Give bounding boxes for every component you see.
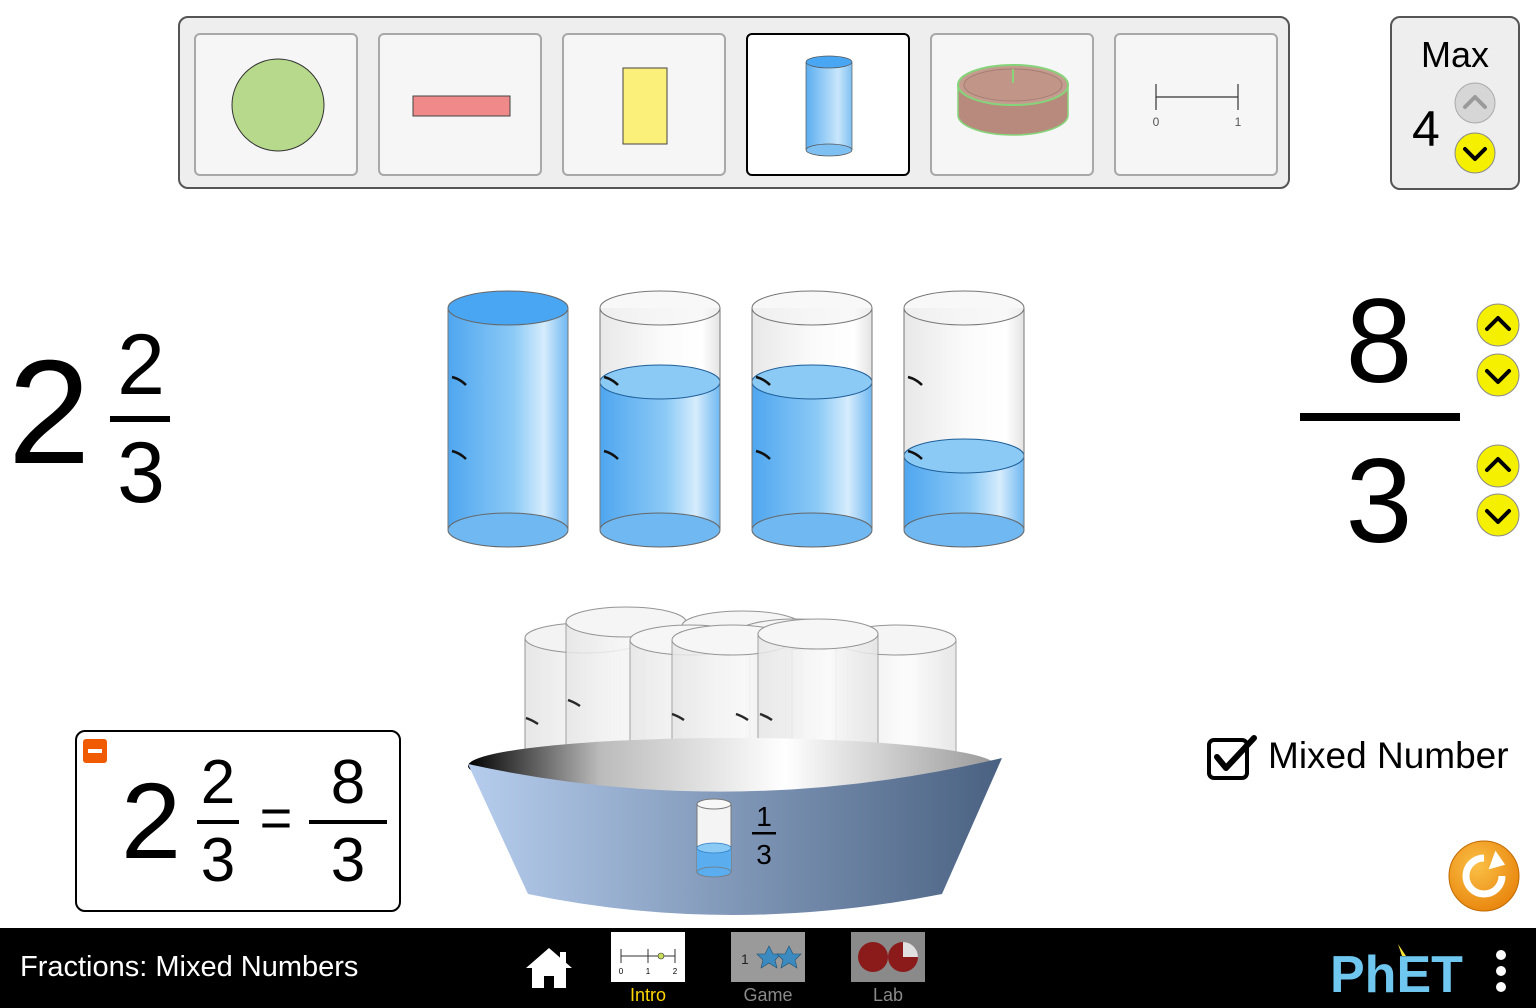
phet-logo: PhET: [1330, 942, 1480, 1004]
number-line-representation-button[interactable]: 0 1: [1114, 33, 1278, 176]
equation-equals: =: [259, 786, 293, 849]
bucket-fraction-line: [752, 832, 776, 835]
max-label: Max: [1420, 34, 1489, 75]
tab-game[interactable]: 1 Game: [731, 932, 805, 1005]
svg-text:2: 2: [673, 967, 678, 976]
number-line-icon: 0 1: [1153, 84, 1242, 129]
chevron-up-icon: [1454, 82, 1496, 124]
tab-intro[interactable]: 0 1 2 Intro: [611, 932, 685, 1005]
equation-rhs-fraction-line: [309, 820, 387, 824]
equation-fraction-line: [197, 820, 239, 824]
svg-text:1: 1: [741, 951, 749, 967]
chevron-down-icon: [1476, 353, 1520, 397]
circle-representation-button[interactable]: [194, 33, 358, 176]
fraction-denominator: 3: [1345, 434, 1413, 568]
mixed-number-whole: 2: [8, 330, 91, 495]
svg-text:1: 1: [1235, 115, 1242, 129]
beaker-representation-button[interactable]: [746, 33, 910, 176]
bucket-fraction-denominator: 3: [756, 839, 772, 870]
representation-panel: 0 1: [178, 16, 1290, 189]
reset-icon: [1448, 840, 1520, 912]
svg-text:1: 1: [646, 967, 651, 976]
max-increment-button[interactable]: [1454, 82, 1496, 124]
beaker-icon: [805, 55, 853, 157]
bar-icon: [412, 95, 511, 117]
container-cylinder[interactable]: [751, 290, 873, 548]
chevron-up-icon: [1476, 303, 1520, 347]
max-decrement-button[interactable]: [1454, 132, 1496, 174]
tab-lab-label: Lab: [872, 985, 904, 1005]
reset-all-button[interactable]: [1448, 840, 1520, 912]
tab-lab[interactable]: Lab: [851, 932, 925, 1005]
chevron-down-icon: [1476, 493, 1520, 537]
beaker-bucket[interactable]: 1 3: [460, 596, 1010, 918]
mixed-number-denominator: 3: [117, 425, 165, 521]
equation-rhs-numerator: 8: [330, 748, 366, 817]
numerator-increment-button[interactable]: [1475, 302, 1521, 348]
collapse-equation-button[interactable]: [83, 739, 107, 763]
max-value: 4: [1412, 101, 1440, 157]
equation-denominator: 3: [200, 826, 236, 895]
fraction-numerator: 8: [1345, 274, 1413, 408]
equation-numerator: 2: [200, 748, 236, 817]
phet-logo-icon: PhET: [1330, 944, 1463, 1004]
equation-whole: 2: [121, 760, 182, 881]
bar-representation-button[interactable]: [378, 33, 542, 176]
cake-representation-button[interactable]: [930, 33, 1094, 176]
home-button[interactable]: [524, 944, 574, 992]
equation-rhs-denominator: 3: [330, 826, 366, 895]
lab-screen-icon: [851, 932, 925, 982]
more-vertical-icon: [1496, 950, 1506, 992]
bucket-piece-icon: [696, 798, 732, 878]
fraction-line: [1300, 413, 1460, 421]
rectangle-representation-button[interactable]: [562, 33, 726, 176]
game-screen-icon: 1: [731, 932, 805, 982]
chevron-down-icon: [1454, 132, 1496, 174]
mixed-number-fraction-line: [110, 416, 170, 422]
navigation-bar: Fractions: Mixed Numbers 0 1 2 Intro 1 G…: [0, 928, 1536, 1008]
denominator-decrement-button[interactable]: [1475, 492, 1521, 538]
circle-icon: [231, 58, 325, 152]
bucket-fraction-numerator: 1: [756, 801, 772, 832]
number-line-screen-icon: 0 1 2: [611, 932, 685, 982]
container-cylinder[interactable]: [599, 290, 721, 548]
mixed-number-numerator: 2: [117, 317, 165, 413]
tab-intro-label: Intro: [629, 985, 667, 1005]
tab-game-label: Game: [743, 985, 793, 1005]
svg-text:0: 0: [619, 967, 624, 976]
chevron-up-icon: [1476, 444, 1520, 488]
mixed-number-checkbox[interactable]: Mixed Number: [1206, 735, 1526, 781]
svg-text:0: 0: [1153, 115, 1160, 129]
checkbox-checked-icon: [1207, 735, 1257, 780]
denominator-increment-button[interactable]: [1475, 443, 1521, 489]
container-cylinder[interactable]: [903, 290, 1025, 548]
beaker-containers: [447, 290, 1025, 548]
phet-menu-button[interactable]: [1490, 948, 1512, 994]
cake-icon: [957, 64, 1069, 136]
rectangle-icon: [622, 67, 668, 145]
numerator-decrement-button[interactable]: [1475, 352, 1521, 398]
svg-text:PhET: PhET: [1330, 946, 1463, 996]
container-cylinder[interactable]: [447, 290, 569, 548]
home-icon: [526, 948, 572, 988]
equation-panel: 2 2 3 = 8 3: [75, 730, 401, 912]
sim-title: Fractions: Mixed Numbers: [20, 951, 359, 983]
improper-fraction-panel: 8 3: [1296, 276, 1466, 566]
mixed-number-label: Mixed Number: [1268, 735, 1509, 776]
max-panel: Max 4: [1390, 16, 1520, 190]
